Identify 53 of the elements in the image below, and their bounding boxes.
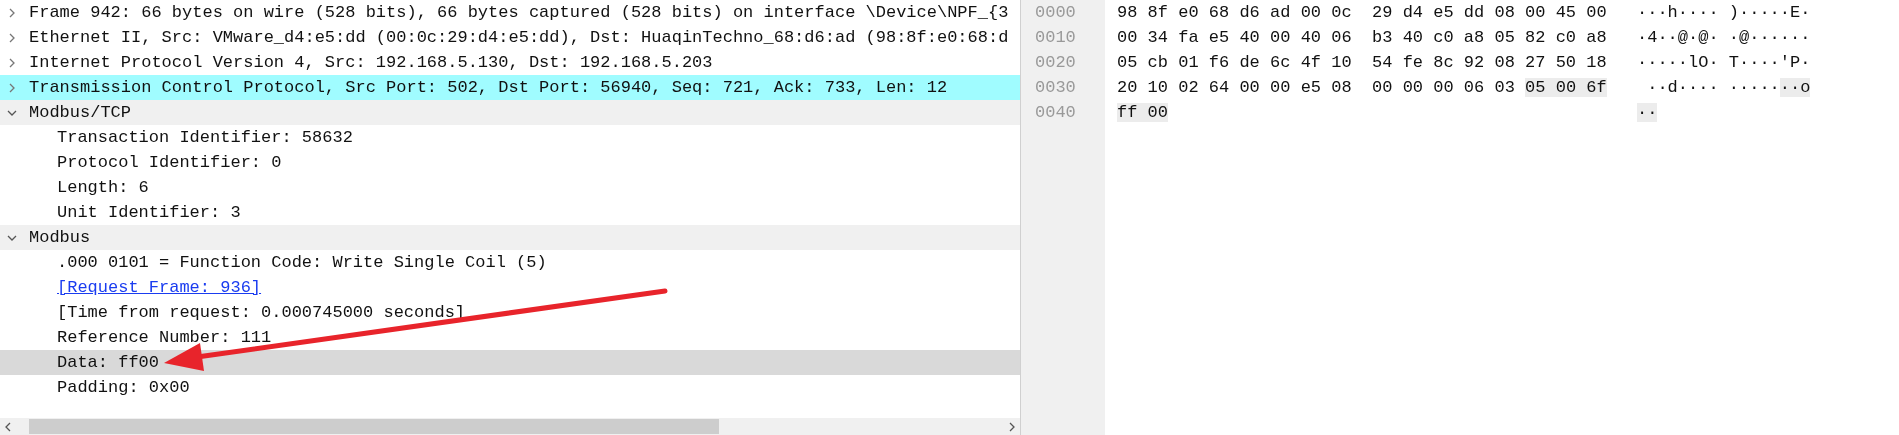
field-label: Protocol Identifier: 0 bbox=[57, 153, 282, 172]
tree-row[interactable]: Internet Protocol Version 4, Src: 192.168.5.130, Dst: 192.168.5.203 bbox=[0, 50, 1020, 75]
byte-offset: 0010 bbox=[1035, 27, 1077, 49]
tree-row-label: Modbus/TCP bbox=[29, 103, 132, 122]
field-label: Unit Identifier: 3 bbox=[57, 203, 241, 222]
tree-row[interactable]: Reference Number: 111 bbox=[0, 325, 1020, 350]
ascii-bytes[interactable]: ·····lO· T····'P· bbox=[1637, 53, 1811, 72]
tree-row[interactable]: Length: 6 bbox=[0, 175, 1020, 200]
hex-bytes[interactable]: 05 00 6f bbox=[1525, 78, 1607, 97]
byte-offset: 0020 bbox=[1035, 52, 1077, 74]
scrollbar-thumb[interactable] bbox=[29, 419, 719, 434]
ascii-bytes[interactable]: ··d···· ····· bbox=[1637, 78, 1780, 97]
tree-row[interactable]: Frame 942: 66 bytes on wire (528 bits), 66 bytes captured (528 bits) on interface \Device\NPF_{3 bbox=[0, 0, 1020, 25]
tree-row[interactable]: Modbus/TCP bbox=[0, 100, 1020, 125]
byte-offset: 0000 bbox=[1035, 2, 1077, 24]
tree-row[interactable]: Ethernet II, Src: VMware_d4:e5:dd (00:0c:29:d4:e5:dd), Dst: HuaqinTechno_68:d6:ad (98:8f:e0:68:d bbox=[0, 25, 1020, 50]
field-label: Padding: 0x00 bbox=[57, 378, 190, 397]
tree-row-label: Transmission Control Protocol, Src Port: 502, Dst Port: 56940, Seq: 721, Ack: 733, Len: 12 bbox=[29, 78, 948, 97]
horizontal-scrollbar[interactable] bbox=[0, 418, 1020, 435]
field-label: Reference Number: 111 bbox=[57, 328, 272, 347]
field-label: [Time from request: 0.000745000 seconds] bbox=[57, 303, 466, 322]
tree-row[interactable]: .000 0101 = Function Code: Write Single Coil (5) bbox=[0, 250, 1020, 275]
hex-bytes[interactable]: 00 34 fa e5 40 00 40 06 b3 40 c0 a8 05 82 c0 a8 bbox=[1117, 28, 1607, 47]
tree-row[interactable]: Padding: 0x00 bbox=[0, 375, 1020, 400]
hex-bytes[interactable]: 98 8f e0 68 d6 ad 00 0c 29 d4 e5 dd 08 00 45 00 bbox=[1117, 3, 1607, 22]
tree-row[interactable]: [Request Frame: 936] bbox=[0, 275, 1020, 300]
hex-bytes[interactable]: 20 10 02 64 00 00 e5 08 00 00 00 06 03 bbox=[1117, 78, 1526, 97]
frame-link[interactable]: [Request Frame: 936] bbox=[57, 278, 262, 297]
tree-row[interactable]: Transaction Identifier: 58632 bbox=[0, 125, 1020, 150]
tree-row[interactable]: Modbus bbox=[0, 225, 1020, 250]
field-label: Transaction Identifier: 58632 bbox=[57, 128, 353, 147]
tree-row-label: Frame 942: 66 bytes on wire (528 bits), 66 bytes captured (528 bits) on interface \Device\NPF_{3 bbox=[29, 3, 1009, 22]
byte-offset: 0030 bbox=[1035, 77, 1077, 99]
tree-row-label: Modbus bbox=[29, 228, 91, 247]
tree-row[interactable]: Data: ff00 bbox=[0, 350, 1020, 375]
field-label: Length: 6 bbox=[57, 178, 149, 197]
tree-row[interactable]: Transmission Control Protocol, Src Port: 502, Dst Port: 56940, Seq: 721, Ack: 733, Len: 12 bbox=[0, 75, 1020, 100]
scroll-right-icon[interactable] bbox=[1007, 421, 1017, 432]
hex-bytes[interactable]: ff 00 bbox=[1117, 103, 1168, 122]
tree-row[interactable]: Unit Identifier: 3 bbox=[0, 200, 1020, 225]
hex-bytes[interactable]: 05 cb 01 f6 de 6c 4f 10 54 fe 8c 92 08 27 50 18 bbox=[1117, 53, 1607, 72]
field-label: .000 0101 = Function Code: Write Single Coil (5) bbox=[57, 253, 547, 272]
field-label: Data: ff00 bbox=[57, 353, 160, 372]
tree-row[interactable]: [Time from request: 0.000745000 seconds] bbox=[0, 300, 1020, 325]
tree-row-label: Ethernet II, Src: VMware_d4:e5:dd (00:0c:29:d4:e5:dd), Dst: HuaqinTechno_68:d6:ad (98:8f:e0:68:d bbox=[29, 28, 1009, 47]
ascii-bytes[interactable]: ···h···· )·····E· bbox=[1637, 3, 1811, 22]
ascii-bytes[interactable]: ·4··@·@· ·@······ bbox=[1637, 28, 1811, 47]
tree-row[interactable]: Protocol Identifier: 0 bbox=[0, 150, 1020, 175]
tree-row-label: Internet Protocol Version 4, Src: 192.168.5.130, Dst: 192.168.5.203 bbox=[29, 53, 713, 72]
ascii-bytes[interactable]: ··o bbox=[1779, 78, 1811, 97]
ascii-bytes[interactable]: ·· bbox=[1637, 103, 1658, 122]
scroll-left-icon[interactable] bbox=[3, 421, 13, 432]
byte-offset: 0040 bbox=[1035, 102, 1077, 124]
